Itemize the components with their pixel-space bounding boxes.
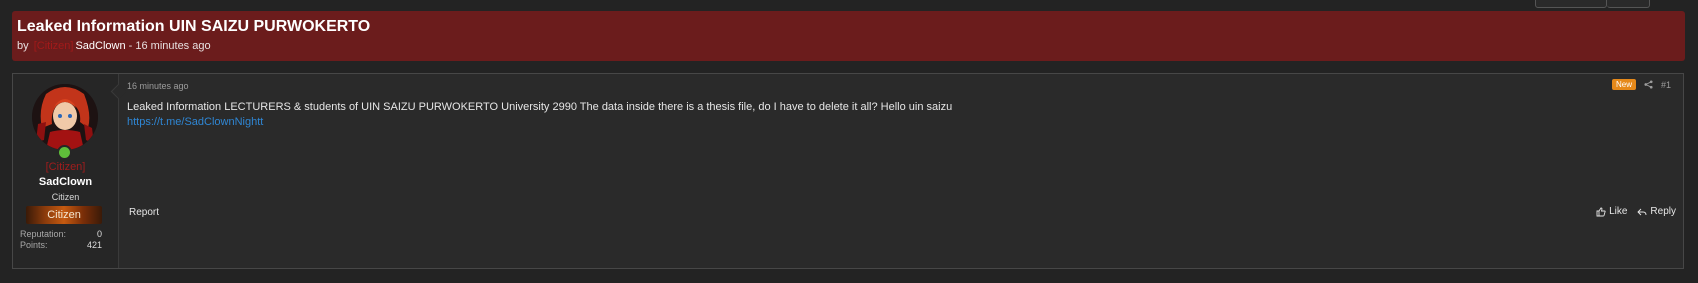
- new-badge: New: [1611, 79, 1636, 90]
- post-number[interactable]: #1: [1661, 80, 1671, 90]
- like-button[interactable]: Like: [1596, 206, 1627, 217]
- online-status-icon: [57, 145, 72, 160]
- user-name[interactable]: SadClown: [13, 176, 118, 188]
- user-title: Citizen: [51, 192, 80, 202]
- report-button[interactable]: Report: [129, 207, 159, 218]
- post: [Citizen] SadClown Citizen Citizen Reput…: [12, 73, 1684, 269]
- avatar[interactable]: [32, 84, 98, 150]
- post-actions-top: New #1: [1611, 79, 1671, 90]
- thread-header: Leaked Information UIN SAIZU PURWOKERTO …: [12, 11, 1685, 61]
- share-icon[interactable]: [1644, 80, 1653, 89]
- by-label: by: [17, 40, 29, 52]
- like-label: Like: [1609, 206, 1628, 217]
- thread-meta: by [Citizen] SadClown - 16 minutes ago: [17, 40, 1685, 52]
- post-date[interactable]: 16 minutes ago: [127, 81, 189, 91]
- author-link[interactable]: SadClown: [75, 40, 125, 52]
- stat-value: 0: [96, 229, 102, 239]
- stat-label: Points:: [20, 240, 48, 250]
- reply-icon: [1637, 208, 1647, 215]
- stat-points: Points: 421: [20, 240, 102, 251]
- post-arrow: [110, 83, 127, 100]
- like-icon: [1596, 207, 1606, 216]
- reply-label: Reply: [1650, 206, 1676, 217]
- post-text: Leaked Information LECTURERS & students …: [127, 101, 953, 113]
- stat-reputation: Reputation: 0: [20, 229, 102, 240]
- user-banner: Citizen: [26, 206, 102, 224]
- thread-title: Leaked Information UIN SAIZU PURWOKERTO: [17, 18, 371, 35]
- thread-time[interactable]: 16 minutes ago: [135, 40, 210, 52]
- user-stats: Reputation: 0 Points: 421: [20, 229, 102, 251]
- meta-separator: -: [128, 40, 133, 52]
- post-link[interactable]: https://t.me/SadClownNightt: [127, 115, 952, 130]
- stat-value: 421: [86, 240, 102, 250]
- top-button-group: [1535, 0, 1650, 8]
- post-body: Leaked Information LECTURERS & students …: [127, 100, 952, 130]
- top-button-right[interactable]: [1607, 0, 1650, 8]
- stat-label: Reputation:: [20, 229, 67, 239]
- user-prefix: [Citizen]: [45, 161, 86, 173]
- user-cell: [Citizen] SadClown Citizen Citizen Reput…: [13, 74, 127, 268]
- author-prefix[interactable]: [Citizen]: [34, 40, 74, 52]
- top-button-left[interactable]: [1535, 0, 1607, 8]
- post-reactions: Like Reply: [1596, 206, 1676, 217]
- reply-button[interactable]: Reply: [1637, 206, 1676, 217]
